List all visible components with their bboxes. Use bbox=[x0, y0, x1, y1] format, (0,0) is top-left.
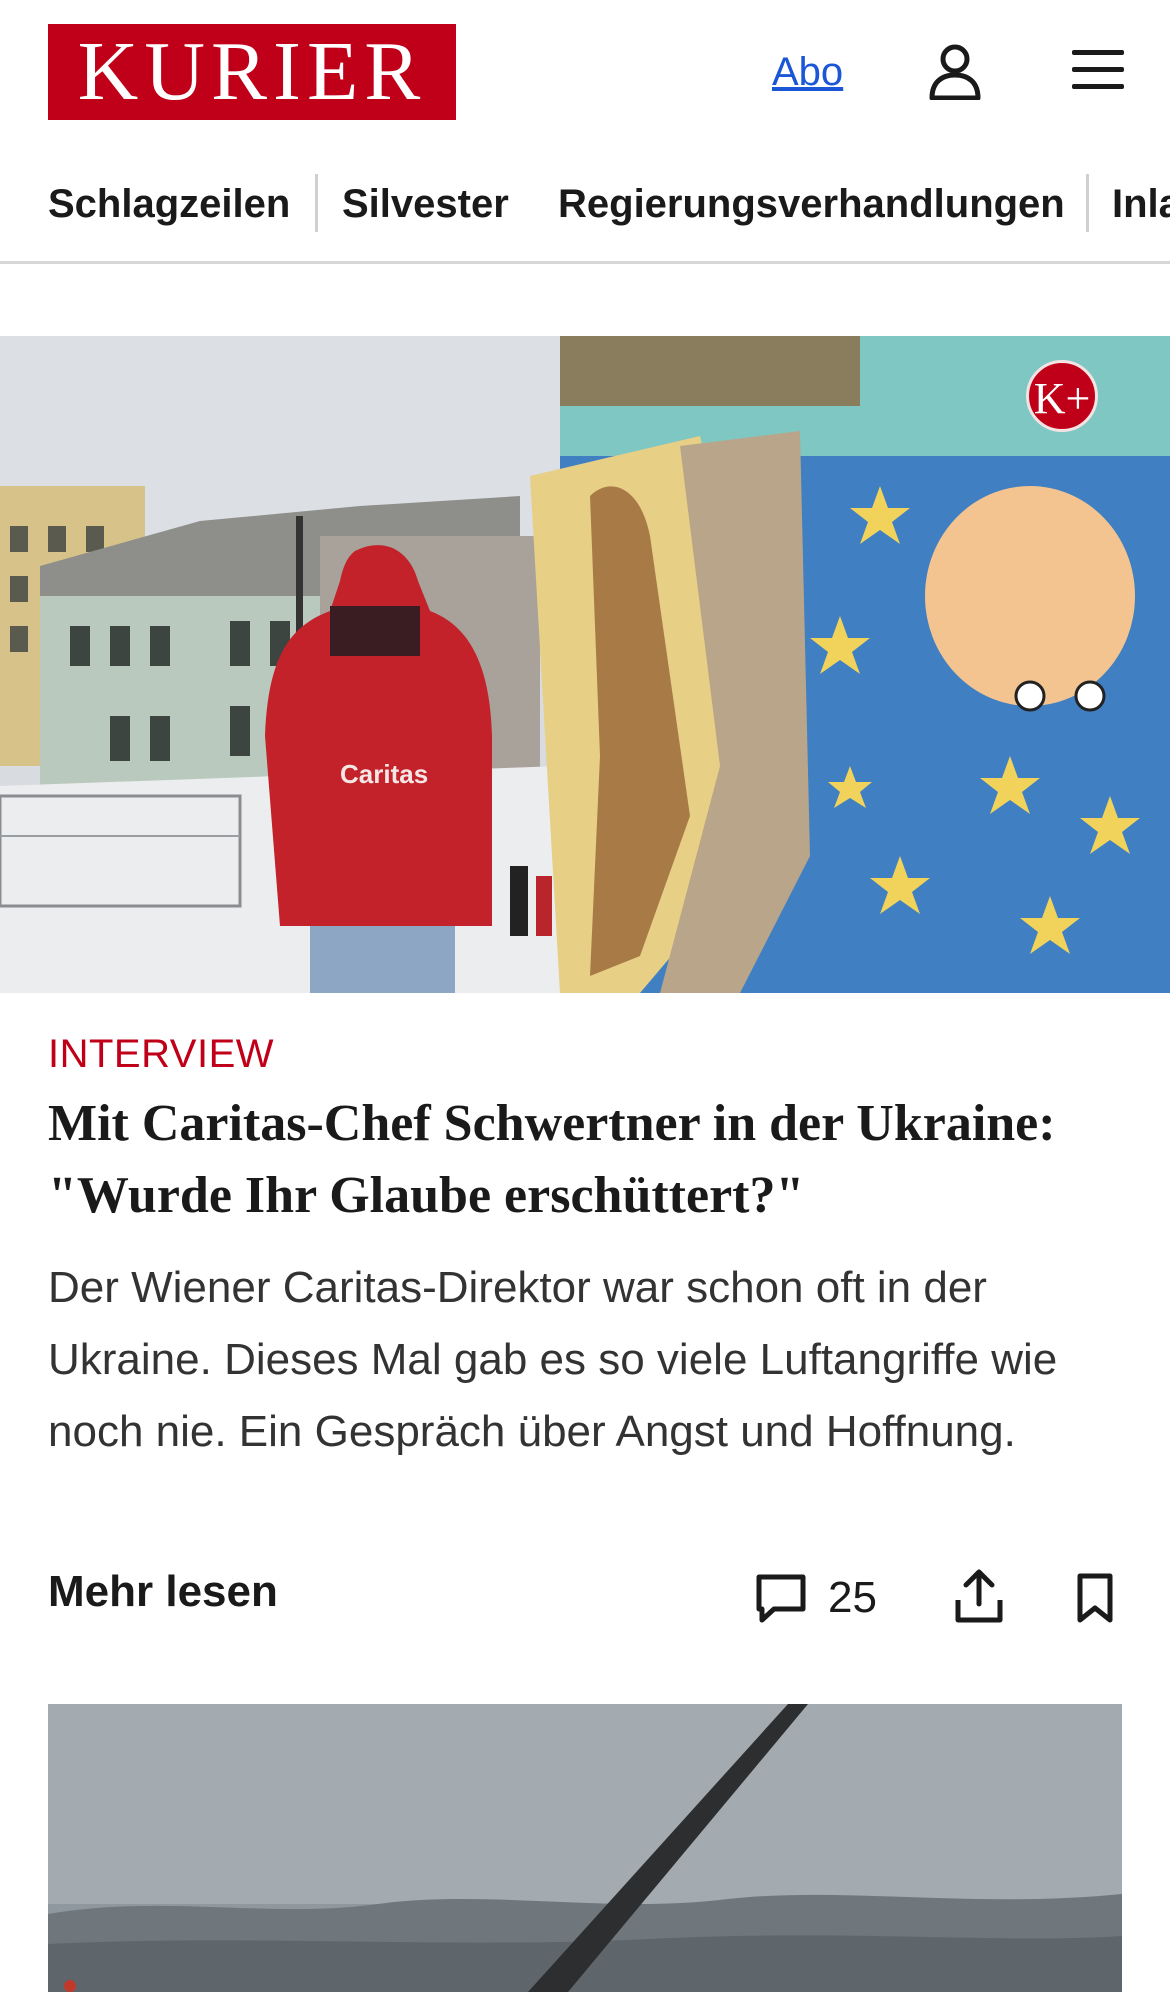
caritas-jacket-text: Caritas bbox=[340, 759, 428, 789]
read-more-link[interactable]: Mehr lesen bbox=[48, 1566, 278, 1618]
abo-link[interactable]: Abo bbox=[772, 48, 843, 96]
page: KURIER Abo Schlagzeilen Silvester Regier… bbox=[0, 0, 1170, 1992]
nav-item-inland[interactable]: Inland bbox=[1112, 180, 1170, 228]
nav-divider bbox=[315, 174, 318, 232]
article-teaser[interactable]: Der Wiener Caritas-Direktor war schon of… bbox=[48, 1252, 1108, 1468]
article-hero-image[interactable]: Caritas bbox=[0, 336, 1170, 993]
premium-badge: K+ bbox=[1026, 360, 1098, 432]
kurier-logo[interactable]: KURIER bbox=[48, 24, 456, 120]
topic-nav: Schlagzeilen Silvester Regierungsverhand… bbox=[0, 160, 1170, 264]
nav-item-schlagzeilen[interactable]: Schlagzeilen bbox=[48, 180, 290, 228]
nav-item-silvester[interactable]: Silvester bbox=[342, 180, 509, 228]
second-article-image[interactable] bbox=[48, 1704, 1122, 1992]
nav-item-regierungsverhandlungen[interactable]: Regierungsverhandlungen bbox=[558, 180, 1065, 228]
menu-icon[interactable] bbox=[1070, 46, 1126, 94]
bookmark-icon[interactable] bbox=[1076, 1572, 1114, 1624]
article-kicker: INTERVIEW bbox=[48, 1032, 275, 1076]
site-header: KURIER Abo bbox=[0, 0, 1170, 145]
comment-icon[interactable] bbox=[754, 1572, 808, 1624]
share-icon[interactable] bbox=[954, 1566, 1004, 1624]
nav-divider bbox=[1086, 174, 1089, 232]
user-icon[interactable] bbox=[928, 44, 982, 100]
article-headline[interactable]: Mit Caritas-Chef Schwertner in der Ukrai… bbox=[48, 1088, 1128, 1232]
comment-count[interactable]: 25 bbox=[828, 1572, 877, 1624]
